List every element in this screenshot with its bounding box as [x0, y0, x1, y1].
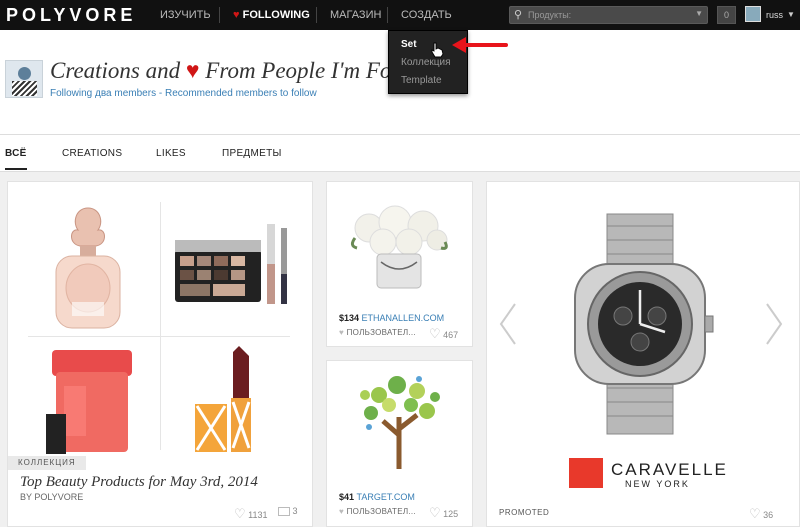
- tree-decal-image: [360, 376, 440, 469]
- product-user[interactable]: ♥ ПОЛЬЗОВАТЕЛ...: [339, 328, 416, 337]
- mac-candle-image: [46, 350, 132, 454]
- like-stat[interactable]: ♡ 125: [429, 505, 458, 521]
- lipstick-image: [195, 346, 251, 452]
- chevron-down-icon[interactable]: ▼: [787, 10, 795, 19]
- tab-likes[interactable]: LIKES: [156, 148, 186, 159]
- user-name: ПОЛЬЗОВАТЕЛ...: [346, 328, 416, 337]
- chevron-right-icon[interactable]: [765, 302, 785, 346]
- subline-separator: -: [158, 88, 163, 99]
- heart-icon: ♥: [233, 9, 240, 21]
- heart-outline-icon: ♡: [234, 506, 246, 521]
- heart-outline-icon: ♡: [429, 326, 441, 341]
- promoted-card[interactable]: CARAVELLE NEW YORK PROMOTED ♡ 36: [486, 181, 800, 527]
- brand-subtitle: NEW YORK: [625, 479, 690, 489]
- set-title[interactable]: Top Beauty Products for May 3rd, 2014: [20, 474, 258, 491]
- like-stat[interactable]: ♡ 36: [749, 506, 773, 522]
- search-icon: ⚲: [514, 9, 523, 21]
- search-input[interactable]: [528, 8, 688, 22]
- tab-all[interactable]: ВСЁ: [5, 148, 27, 170]
- brand-name: CARAVELLE: [611, 460, 728, 479]
- profile-avatar[interactable]: [5, 60, 43, 98]
- top-nav-bar: POLYVORE ИЗУЧИТЬ ♥ FOLLOWING МАГАЗИН СОЗ…: [0, 0, 800, 30]
- nav-shop[interactable]: МАГАЗИН: [330, 0, 381, 30]
- wristwatch-image: [574, 213, 714, 435]
- heart-small-icon: ♥: [339, 507, 345, 516]
- search-box[interactable]: ⚲ ▼: [509, 6, 708, 24]
- header-subline: Following два members - Recommended memb…: [50, 88, 317, 99]
- notification-count[interactable]: 0: [717, 6, 736, 24]
- like-count: 36: [763, 510, 774, 520]
- nav-explore[interactable]: ИЗУЧИТЬ: [160, 0, 211, 30]
- menu-item-template[interactable]: Template: [401, 75, 442, 86]
- avatar-body: [12, 81, 37, 96]
- nav-create[interactable]: СОЗДАТЬ: [401, 0, 452, 30]
- heart-outline-icon: ♡: [749, 506, 761, 521]
- filter-tabs: ВСЁ CREATIONS LIKES ПРЕДМЕТЫ: [0, 134, 800, 172]
- chevron-down-icon[interactable]: ▼: [695, 9, 703, 18]
- user-avatar[interactable]: [745, 6, 761, 22]
- price-value: $134: [339, 313, 360, 323]
- nav-separator: [316, 7, 317, 23]
- like-count: 1131: [248, 510, 268, 520]
- following-link[interactable]: Following два members: [50, 88, 156, 99]
- nav-separator: [219, 7, 220, 23]
- store-link[interactable]: ETHANALLEN.COM: [362, 313, 445, 323]
- like-stat[interactable]: ♡ 467: [429, 326, 458, 342]
- collection-badge: КОЛЛЕКЦИЯ: [8, 456, 86, 470]
- tab-creations[interactable]: CREATIONS: [62, 148, 122, 159]
- set-byline[interactable]: BY POLYVORE: [20, 492, 83, 502]
- perfume-bottle-image: [55, 207, 121, 329]
- tab-items[interactable]: ПРЕДМЕТЫ: [222, 148, 282, 159]
- chevron-left-icon[interactable]: [497, 302, 517, 346]
- product-price: $41 TARGET.COM: [339, 492, 415, 502]
- caravelle-logo-mark: [569, 458, 603, 488]
- like-stat[interactable]: ♡ 1131: [234, 506, 268, 522]
- heart-icon: ♥: [185, 58, 200, 83]
- polyvore-logo[interactable]: POLYVORE: [6, 5, 136, 26]
- promoted-label: PROMOTED: [499, 508, 550, 517]
- eyeshadow-palette-image: [175, 224, 287, 304]
- nav-separator: [387, 7, 388, 23]
- like-count: 467: [443, 330, 459, 340]
- title-part-1: Creations and: [50, 58, 181, 83]
- user-name: ПОЛЬЗОВАТЕЛ...: [346, 507, 416, 516]
- comment-stat[interactable]: 3: [278, 506, 298, 517]
- comment-count: 3: [292, 506, 298, 516]
- menu-item-collection[interactable]: Коллекция: [401, 57, 451, 68]
- heart-small-icon: ♥: [339, 328, 345, 337]
- comment-icon: [278, 507, 290, 517]
- product-price: $134 ETHANALLEN.COM: [339, 313, 444, 323]
- set-card[interactable]: КОЛЛЕКЦИЯ Top Beauty Products for May 3r…: [7, 181, 313, 527]
- menu-item-set[interactable]: Set: [401, 39, 417, 50]
- username[interactable]: russ: [766, 0, 783, 30]
- nav-following-label: FOLLOWING: [242, 9, 310, 21]
- flower-arrangement-image: [350, 205, 448, 289]
- red-arrow-icon: [452, 37, 508, 53]
- grid-divider: [28, 336, 290, 337]
- hand-cursor-icon: [431, 42, 444, 58]
- grid-divider: [160, 202, 161, 450]
- recommended-link[interactable]: Recommended members to follow: [165, 88, 317, 99]
- store-link[interactable]: TARGET.COM: [357, 492, 415, 502]
- product-card-tree[interactable]: $41 TARGET.COM ♥ ПОЛЬЗОВАТЕЛ... ♡ 125: [326, 360, 473, 527]
- product-card-flowers[interactable]: $134 ETHANALLEN.COM ♥ ПОЛЬЗОВАТЕЛ... ♡ 4…: [326, 181, 473, 347]
- price-value: $41: [339, 492, 355, 502]
- avatar-head: [18, 67, 31, 80]
- like-count: 125: [443, 509, 459, 519]
- heart-outline-icon: ♡: [429, 505, 441, 520]
- product-user[interactable]: ♥ ПОЛЬЗОВАТЕЛ...: [339, 507, 416, 516]
- nav-following[interactable]: ♥ FOLLOWING: [233, 0, 310, 30]
